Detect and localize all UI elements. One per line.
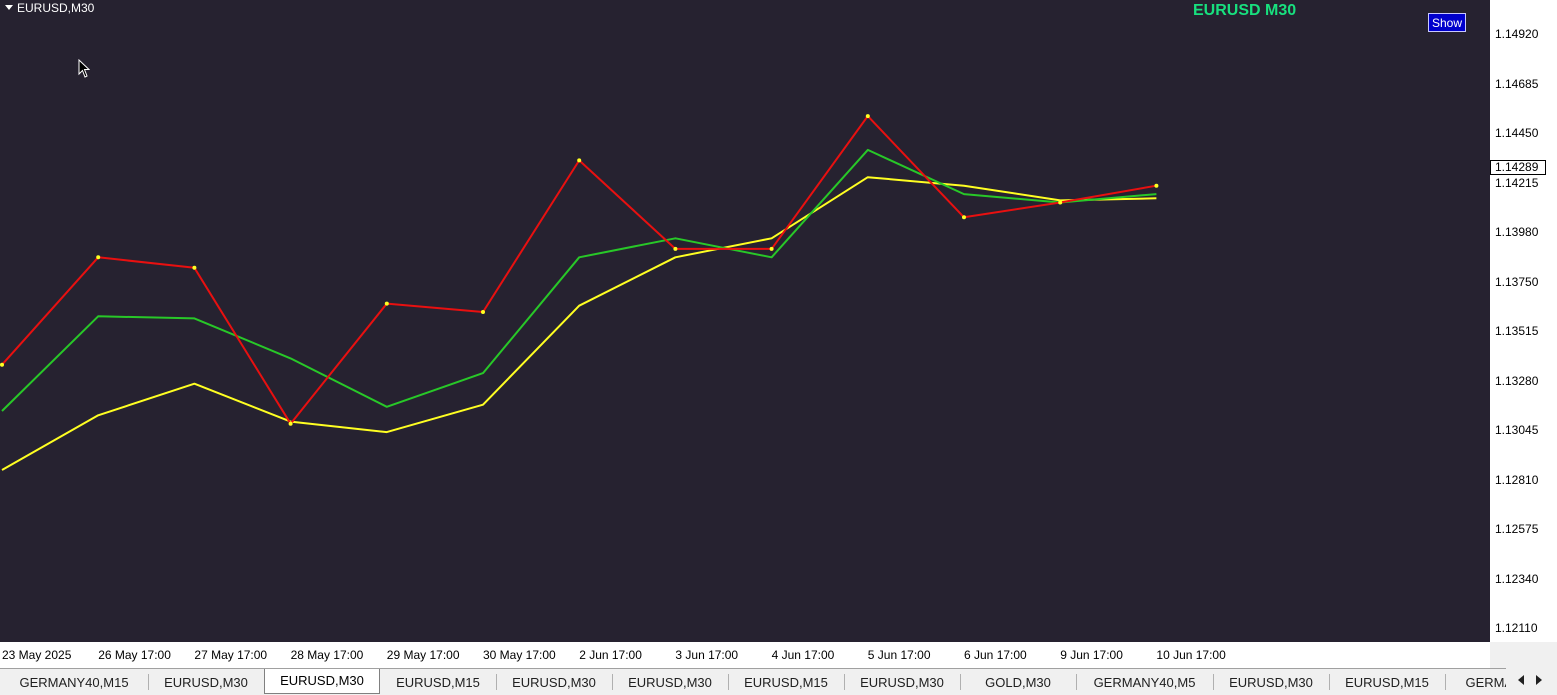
tab-scroll-controls bbox=[1506, 668, 1557, 695]
symbol-label[interactable]: EURUSD,M30 bbox=[5, 1, 94, 15]
price-tick-label: 1.14215 bbox=[1495, 175, 1539, 190]
chart-tab[interactable]: EURUSD,M30 bbox=[1213, 671, 1329, 694]
chart-tab[interactable]: EURUSD,M15 bbox=[1329, 671, 1445, 694]
ma-point bbox=[962, 215, 966, 220]
price-tick-label: 1.14450 bbox=[1495, 126, 1539, 140]
chart-tab[interactable]: GERMANY40,M15 bbox=[0, 671, 148, 694]
ma-point bbox=[481, 310, 485, 314]
price-tick-label: 1.12110 bbox=[1495, 621, 1538, 635]
current-price-label: 1.14289 bbox=[1490, 160, 1546, 175]
price-tick-label: 1.12575 bbox=[1495, 522, 1539, 536]
symbol-label-text: EURUSD,M30 bbox=[17, 1, 95, 15]
time-tick-label: 10 Jun 17:00 bbox=[1156, 648, 1226, 662]
price-tick-label: 1.13750 bbox=[1495, 274, 1539, 289]
ma-point bbox=[577, 158, 582, 163]
chart-tab-bar: GERMANY40,M15 EURUSD,M30 EURUSD,M30 EURUSD,… bbox=[0, 668, 1557, 695]
time-tick-label: 28 May 17:00 bbox=[290, 648, 364, 662]
price-tick-label: 1.13515 bbox=[1495, 324, 1539, 338]
chart-tab[interactable]: EURUSD,M30 bbox=[148, 671, 264, 694]
price-tick-label: 1.12340 bbox=[1495, 571, 1539, 586]
ma-point bbox=[192, 265, 197, 270]
time-tick-label: 9 Jun 17:00 bbox=[1060, 648, 1123, 662]
chart-tab[interactable]: EURUSD,M15 bbox=[380, 671, 496, 694]
chart-tab[interactable]: EURUSD,M30 bbox=[612, 671, 728, 694]
chart-plot[interactable] bbox=[0, 0, 1490, 642]
price-tick-label: 1.13045 bbox=[1495, 423, 1539, 437]
price-tick-label: 1.14920 bbox=[1495, 27, 1539, 41]
ma-point bbox=[384, 301, 389, 306]
ma-point bbox=[865, 114, 870, 119]
chart-background bbox=[0, 0, 1490, 642]
price-tick-label: 1.13280 bbox=[1495, 373, 1539, 388]
scroll-left-icon[interactable] bbox=[1518, 675, 1524, 685]
ma-point bbox=[0, 362, 4, 367]
time-tick-label: 6 Jun 17:00 bbox=[964, 648, 1027, 662]
dropdown-triangle-icon[interactable] bbox=[5, 5, 13, 11]
mouse-cursor-icon bbox=[78, 59, 90, 78]
ma-point bbox=[1058, 200, 1063, 205]
show-button[interactable]: Show bbox=[1428, 13, 1466, 32]
time-tick-label: 5 Jun 17:00 bbox=[867, 648, 931, 662]
chart-tab[interactable]: EURUSD,M15 bbox=[728, 671, 844, 694]
overlay-title: EURUSD M30 bbox=[1193, 2, 1297, 19]
chart-tab[interactable]: EURUSD,M30 bbox=[844, 671, 960, 694]
ma-point bbox=[288, 421, 293, 426]
chart-tab[interactable]: EURUSD,M30 bbox=[264, 669, 380, 694]
time-tick-label: 3 Jun 17:00 bbox=[675, 648, 739, 662]
chart-tab[interactable]: EURUSD,M30 bbox=[496, 671, 612, 694]
ma-point bbox=[673, 246, 678, 251]
chart-window[interactable]: EURUSD,M30 EURUSD M30 Show 1.14920 1.1468… bbox=[0, 0, 1557, 668]
chart-tab[interactable]: GOLD,M30 bbox=[960, 671, 1076, 694]
ma-point bbox=[1154, 183, 1159, 188]
ma-point bbox=[769, 246, 774, 251]
time-tick-label: 23 May 2025 bbox=[2, 648, 72, 662]
price-tick-label: 1.13980 bbox=[1495, 225, 1539, 239]
scroll-right-icon[interactable] bbox=[1536, 675, 1542, 685]
time-tick-label: 29 May 17:00 bbox=[386, 648, 460, 662]
ma-point bbox=[96, 255, 101, 260]
price-tick-label: 1.12810 bbox=[1495, 472, 1539, 487]
time-tick-label: 30 May 17:00 bbox=[483, 648, 556, 662]
price-tick-label: 1.14685 bbox=[1495, 76, 1539, 91]
time-tick-label: 26 May 17:00 bbox=[98, 648, 171, 662]
price-axis[interactable] bbox=[1490, 0, 1557, 642]
chart-tab[interactable]: GERMANY40,M5 bbox=[1076, 671, 1213, 694]
time-tick-label: 2 Jun 17:00 bbox=[579, 648, 642, 662]
time-tick-label: 4 Jun 17:00 bbox=[771, 648, 835, 662]
time-tick-label: 27 May 17:00 bbox=[194, 648, 268, 662]
